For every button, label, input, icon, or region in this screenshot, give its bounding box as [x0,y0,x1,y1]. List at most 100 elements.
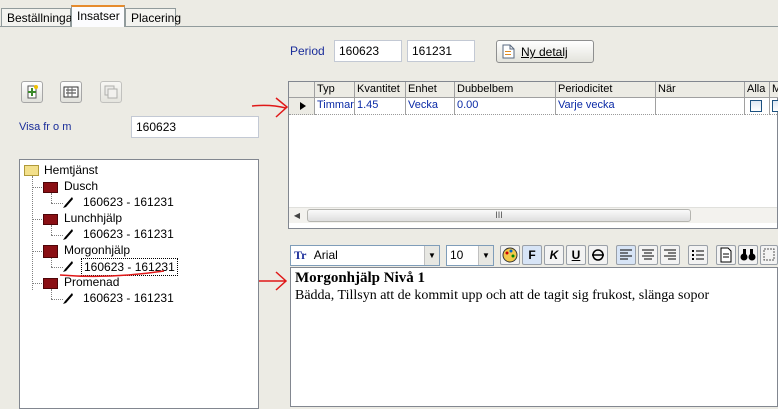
replace-icon [763,248,775,261]
add-button[interactable] [21,81,43,103]
color-button[interactable] [500,245,520,265]
align-right-icon [664,249,676,260]
tree-line [32,219,42,220]
bold-button[interactable]: F [522,245,542,265]
underline-button[interactable]: U [566,245,586,265]
scroll-thumb[interactable]: III [307,209,691,222]
scroll-grip: III [495,210,503,220]
font-value: Arial [313,248,338,262]
replace-button[interactable] [760,245,778,265]
pen-icon [63,293,73,304]
align-right-button[interactable] [660,245,680,265]
configure-icon [63,86,79,98]
align-left-icon [620,249,632,260]
document-icon [502,44,515,59]
pen-icon [63,229,73,240]
binoculars-icon [740,249,756,261]
align-center-button[interactable] [638,245,658,265]
folder-icon [24,165,39,176]
new-detail-label: Ny detalj [521,45,568,59]
period-label: Period [290,44,325,58]
column-header[interactable]: Typ [315,82,355,98]
table-cell [745,98,770,115]
annotation-arrow [259,271,288,291]
tree-item-dusch[interactable]: Dusch [64,179,98,193]
column-header[interactable]: Alla [745,82,770,98]
strikethrough-button[interactable] [588,245,608,265]
column-header[interactable]: M [770,82,778,98]
new-detail-button[interactable]: Ny detalj [496,40,594,63]
tree-item-period-selected[interactable]: 160623 - 161231 [81,258,178,276]
find-button[interactable] [738,245,758,265]
column-header[interactable]: Periodicitet [556,82,656,98]
copy-button[interactable] [100,81,122,103]
row-pointer-icon [300,102,306,110]
font-select[interactable]: Tr Arial ▼ [290,245,440,266]
folder-icon [43,278,58,289]
align-center-icon [642,249,654,260]
column-header[interactable]: Kvantitet [355,82,406,98]
palette-icon [502,247,518,263]
table-cell[interactable]: Varje vecka [556,98,656,115]
tab-label: Placering [131,11,182,25]
tree-item-period[interactable]: 160623 - 161231 [83,195,174,209]
tree-line [32,176,33,290]
show-from-input[interactable]: 160623 [131,116,259,138]
tree-line [32,283,42,284]
tab-bestallningar[interactable]: Beställningar [1,8,76,27]
tree-item-lunchhjalp[interactable]: Lunchhjälp [64,211,122,225]
column-header[interactable]: Enhet [406,82,455,98]
tree-item-period[interactable]: 160623 - 161231 [83,291,174,305]
tab-strip: Beställningar Insatser Placering [0,0,778,27]
editor-toolbar: Tr Arial ▼ 10 ▼ F K U [290,244,778,267]
tree-line [51,225,52,235]
scroll-left-icon[interactable]: ◀ [289,208,305,223]
editor-title: Morgonhjälp Nivå 1 [295,270,426,286]
size-value: 10 [450,248,464,262]
font-icon: Tr [294,248,307,262]
insats-tree: Hemtjänst Dusch 160623 - 161231 Lunchhjä… [19,159,259,409]
tree-line [32,187,42,188]
tree-line [51,258,52,267]
tree-item-morgonhjalp[interactable]: Morgonhjälp [64,243,130,257]
chevron-down-icon: ▼ [424,246,439,265]
italic-button[interactable]: K [544,245,564,265]
bullet-list-icon [692,250,704,260]
table-cell [770,98,778,115]
tab-label: Insatser [77,9,120,23]
show-from-label: Visa fr o m [19,121,72,133]
column-header[interactable]: Dubbelbem [455,82,556,98]
tree-root-label[interactable]: Hemtjänst [44,163,98,177]
horizontal-scrollbar[interactable]: ◀ III [289,207,777,223]
open-folder-icon [43,245,58,258]
row-header[interactable] [289,98,315,115]
table-cell[interactable]: 0.00 [455,98,556,115]
table-cell[interactable]: Timmar [315,98,355,115]
period-from-input[interactable]: 160623 [334,40,402,62]
annotation-arrow [251,97,289,118]
tree-line [51,289,52,299]
tree-line [51,193,52,203]
tree-item-period[interactable]: 160623 - 161231 [83,227,174,241]
folder-icon [43,214,58,225]
table-cell[interactable]: Vecka [406,98,455,115]
folder-icon [43,182,58,193]
tree-item-promenad[interactable]: Promenad [64,275,119,289]
column-header[interactable]: När [656,82,745,98]
document-button[interactable] [716,245,736,265]
m-checkbox[interactable] [772,100,778,112]
table-cell[interactable]: 1.45 [355,98,406,115]
table-cell[interactable] [656,98,745,115]
pen-icon [63,261,73,272]
tab-insatser[interactable]: Insatser [71,5,125,27]
add-icon [27,85,38,99]
configure-button[interactable] [60,81,82,103]
chevron-down-icon: ▼ [478,246,493,265]
period-to-input[interactable]: 161231 [407,40,475,62]
align-left-button[interactable] [616,245,636,265]
text-editor[interactable]: Morgonhjälp Nivå 1 Bädda, Tillsyn att de… [290,267,778,407]
bullet-list-button[interactable] [688,245,708,265]
size-select[interactable]: 10 ▼ [446,245,494,266]
alla-checkbox[interactable] [750,100,762,112]
tab-placering[interactable]: Placering [125,8,181,27]
